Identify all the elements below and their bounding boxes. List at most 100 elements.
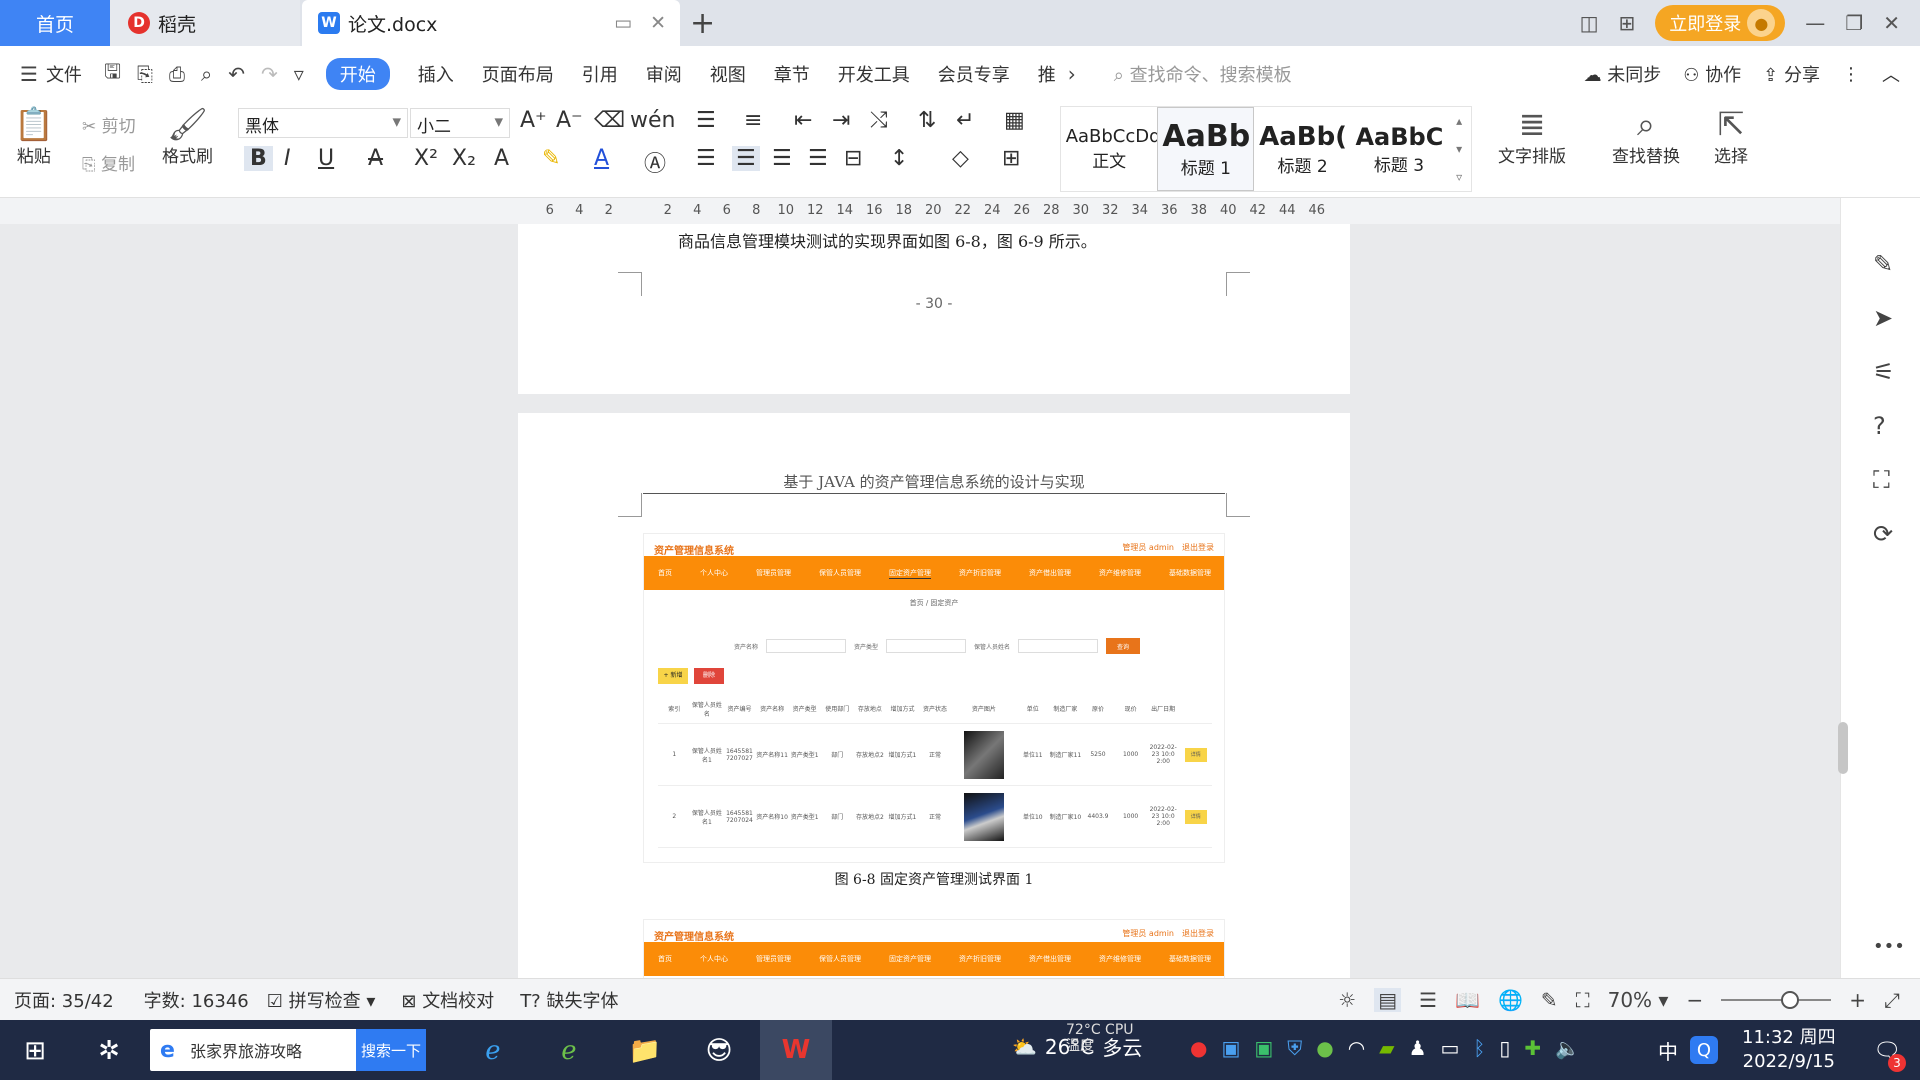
style-heading-1[interactable]: AaBb 标题 1 — [1157, 107, 1255, 191]
fullscreen-icon[interactable]: ⤢ — [1884, 988, 1900, 1012]
wifi-icon[interactable]: ◠ — [1348, 1036, 1365, 1060]
zoom-in-icon[interactable]: + — [1849, 988, 1866, 1012]
line-break-icon[interactable]: ↵ — [956, 108, 974, 133]
collab-button[interactable]: ⚇ 协作 — [1683, 61, 1741, 87]
proofread-button[interactable]: ⊠ 文档校对 — [401, 987, 494, 1013]
input-language[interactable]: 中 — [1658, 1036, 1678, 1065]
word-count[interactable]: 字数: 16346 — [144, 987, 249, 1013]
close-window-icon[interactable]: ✕ — [1883, 11, 1900, 35]
wps-taskbar-icon[interactable]: W — [760, 1020, 832, 1080]
write-mode-icon[interactable]: ✎ — [1541, 988, 1558, 1012]
share-button[interactable]: ⇪ 分享 — [1763, 61, 1820, 87]
shrink-font-icon[interactable]: A⁻ — [556, 108, 583, 133]
menu-recommend[interactable]: 推 — [1038, 61, 1056, 87]
backup-icon[interactable]: ⟳ — [1873, 520, 1893, 548]
input-method-icon[interactable]: Q — [1690, 1036, 1718, 1064]
page-view-icon[interactable]: ▤ — [1374, 988, 1402, 1012]
menu-insert[interactable]: 插入 — [418, 61, 454, 87]
volume-icon[interactable]: 🔈 — [1555, 1036, 1580, 1060]
file-explorer-icon[interactable]: 📁 — [626, 1032, 664, 1070]
styles-scroll[interactable]: ▴ ▾ ▿ — [1447, 107, 1471, 191]
zoom-slider-knob[interactable] — [1781, 991, 1800, 1009]
chevron-up-icon[interactable]: ▴ — [1456, 114, 1462, 128]
pinwheel-app-icon[interactable]: ✲ — [90, 1032, 128, 1070]
shading-icon[interactable]: ◇ — [952, 146, 969, 171]
menu-page-layout[interactable]: 页面布局 — [482, 61, 554, 87]
missing-fonts-button[interactable]: T? 缺失字体 — [520, 987, 618, 1013]
help-icon[interactable]: ? — [1873, 412, 1886, 440]
game-app-icon[interactable]: 😎 — [700, 1032, 738, 1070]
image-tools-icon[interactable]: ⛶ — [1873, 466, 1890, 494]
layout-icon[interactable]: ◫ — [1580, 11, 1599, 35]
text-effect-icon[interactable]: A — [494, 146, 509, 171]
sort-icon[interactable]: ⇅ — [918, 108, 936, 133]
restore-icon[interactable]: ❐ — [1845, 11, 1863, 35]
reading-view-icon[interactable]: 📖 — [1455, 988, 1480, 1012]
chevron-down-icon[interactable]: ▾ — [1456, 142, 1462, 156]
strikethrough-icon[interactable]: A — [368, 146, 383, 171]
italic-icon[interactable]: I — [284, 146, 291, 171]
cut-button[interactable]: ✂ 剪切 — [82, 112, 136, 137]
copy-button[interactable]: ⎘ 复制 — [82, 150, 135, 175]
body-paragraph[interactable]: 商品信息管理模块测试的实现界面如图 6-8，图 6-9 所示。 — [678, 228, 1097, 252]
chevron-right-icon[interactable]: › — [1068, 62, 1076, 86]
tray-app-icon[interactable]: ✚ — [1524, 1036, 1541, 1060]
decrease-indent-icon[interactable]: ⇤ — [794, 108, 812, 133]
new-tab-button[interactable]: + — [690, 6, 715, 41]
page-indicator[interactable]: 页面: 35/42 — [14, 987, 114, 1013]
print-icon[interactable]: ⎙ — [169, 62, 185, 86]
justify-icon[interactable]: ☰ — [808, 146, 828, 171]
close-tab-icon[interactable]: ✕ — [650, 12, 666, 34]
outline-view-icon[interactable]: ☰ — [1419, 988, 1437, 1012]
spellcheck-button[interactable]: ☑ 拼写检查 ▾ — [267, 987, 376, 1013]
browser-360-icon[interactable]: ℯ — [550, 1032, 588, 1070]
style-heading-2[interactable]: AaBb( 标题 2 — [1254, 107, 1350, 191]
menu-start[interactable]: 开始 — [325, 58, 390, 90]
paste-button[interactable]: 📋 粘贴 — [14, 106, 54, 167]
hamburger-icon[interactable]: ☰ — [20, 62, 38, 86]
bluetooth-icon[interactable]: ᛒ — [1473, 1036, 1485, 1060]
page-30[interactable]: 商品信息管理模块测试的实现界面如图 6-8，图 6-9 所示。 - 30 - — [518, 224, 1350, 394]
bold-icon[interactable]: B — [244, 146, 273, 171]
tab-document[interactable]: W 论文.docx ▭ ✕ — [302, 0, 680, 46]
save-icon[interactable]: 🖫 — [104, 57, 121, 91]
style-normal[interactable]: AaBbCcDd 正文 — [1061, 107, 1157, 191]
pen-icon[interactable]: ✎ — [1873, 250, 1893, 278]
tray-app-icon[interactable]: ▣ — [1221, 1036, 1240, 1060]
sliders-icon[interactable]: ⚟ — [1873, 358, 1895, 386]
vertical-scrollbar[interactable] — [1838, 722, 1848, 774]
indent-marker-icon[interactable] — [629, 203, 649, 218]
taskbar-clock[interactable]: 11:32 周四 2022/9/15 — [1742, 1026, 1836, 1074]
menu-review[interactable]: 审阅 — [646, 61, 682, 87]
style-heading-3[interactable]: AaBbC 标题 3 — [1351, 107, 1447, 191]
undo-icon[interactable]: ↶ — [228, 62, 245, 86]
battery-icon[interactable]: ▭ — [1441, 1036, 1460, 1060]
zoom-slider[interactable] — [1721, 991, 1832, 1009]
running-header[interactable]: 基于 JAVA 的资产管理信息系统的设计与实现 — [518, 471, 1350, 492]
format-painter-button[interactable]: 🖌 格式刷 — [162, 106, 213, 167]
grow-font-icon[interactable]: A⁺ — [520, 108, 547, 133]
document-area[interactable]: 商品信息管理模块测试的实现界面如图 6-8，图 6-9 所示。 - 30 - 基… — [0, 224, 1840, 978]
distribute-icon[interactable]: ⊟ — [844, 146, 862, 171]
menu-section[interactable]: 章节 — [774, 61, 810, 87]
taskbar-search[interactable]: e 张家界旅游攻略 搜索一下 — [150, 1029, 426, 1071]
zoom-out-icon[interactable]: − — [1686, 988, 1703, 1012]
tab-daoke[interactable]: D 稻壳 — [110, 0, 300, 46]
web-view-icon[interactable]: 🌐 — [1498, 988, 1523, 1012]
usb-icon[interactable]: ▯ — [1499, 1036, 1510, 1060]
embedded-screenshot-2[interactable]: 资产管理信息系统 管理员 admin 退出登录 首页 个人中心 管理员管理 保管… — [643, 919, 1225, 978]
tray-app-icon[interactable]: ● — [1316, 1036, 1333, 1060]
taskbar-search-button[interactable]: 搜索一下 — [356, 1029, 426, 1071]
text-layout-button[interactable]: ≣ 文字排版 — [1498, 106, 1566, 167]
shield-icon[interactable]: ⛨ — [1287, 1036, 1302, 1060]
internet-explorer-icon[interactable]: ℯ — [474, 1032, 512, 1070]
eye-protection-icon[interactable]: ☼ — [1338, 988, 1356, 1012]
nvidia-icon[interactable]: ▰ — [1379, 1036, 1394, 1060]
align-left-icon[interactable]: ☰ — [696, 146, 716, 171]
bullets-icon[interactable]: ☰ — [696, 108, 716, 133]
font-color-icon[interactable]: A — [594, 146, 609, 171]
borders-icon[interactable]: ⊞ — [1002, 146, 1020, 171]
pinyin-icon[interactable]: wén — [630, 108, 675, 133]
find-replace-button[interactable]: ⌕ 查找替换 — [1612, 106, 1680, 167]
expand-icon[interactable]: ▿ — [1456, 170, 1462, 184]
